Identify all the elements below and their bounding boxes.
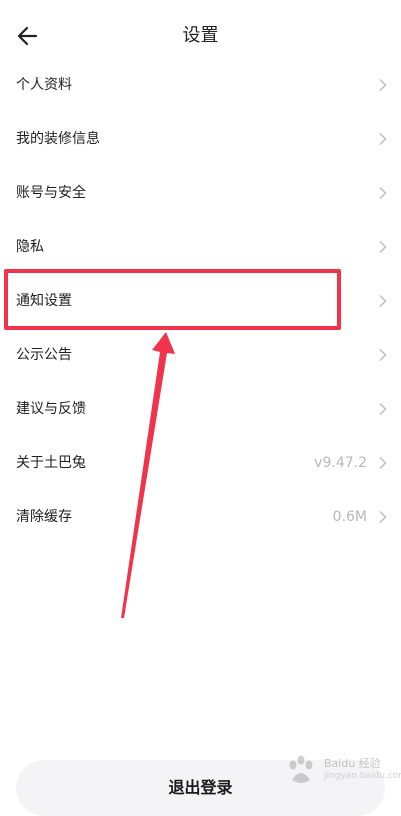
menu-item-label: 公示公告 [16, 347, 72, 363]
page-title: 设置 [182, 25, 219, 46]
menu-item-label: 通知设置 [16, 293, 72, 309]
chevron-right-icon [379, 295, 387, 307]
menu-item-privacy[interactable]: 隐私 [0, 220, 401, 274]
logout-label: 退出登录 [168, 778, 233, 797]
menu-item-account-security[interactable]: 账号与安全 [0, 166, 401, 220]
chevron-right-icon [379, 403, 387, 415]
chevron-right-icon [379, 79, 387, 91]
menu-item-label: 关于土巴兔 [16, 455, 86, 471]
settings-list: 个人资料 我的装修信息 账号与安全 隐私 通知设置 公示公告 建议与反馈 关于土… [0, 58, 401, 544]
menu-item-label: 我的装修信息 [16, 131, 100, 147]
chevron-right-icon [379, 511, 387, 523]
menu-item-profile[interactable]: 个人资料 [0, 58, 401, 112]
menu-item-notification-settings[interactable]: 通知设置 [0, 274, 401, 328]
menu-item-label: 个人资料 [16, 77, 72, 93]
menu-item-label: 建议与反馈 [16, 401, 86, 417]
menu-item-feedback[interactable]: 建议与反馈 [0, 382, 401, 436]
chevron-right-icon [379, 241, 387, 253]
menu-item-label: 隐私 [16, 239, 44, 255]
chevron-right-icon [379, 187, 387, 199]
menu-item-about[interactable]: 关于土巴兔 v9.47.2 [0, 436, 401, 490]
app-version-value: v9.47.2 [314, 455, 367, 471]
chevron-right-icon [379, 349, 387, 361]
logout-button[interactable]: 退出登录 [16, 760, 385, 816]
menu-item-announcements[interactable]: 公示公告 [0, 328, 401, 382]
menu-item-label: 账号与安全 [16, 185, 86, 201]
chevron-right-icon [379, 133, 387, 145]
chevron-right-icon [379, 457, 387, 469]
cache-size-value: 0.6M [332, 509, 367, 525]
menu-item-clear-cache[interactable]: 清除缓存 0.6M [0, 490, 401, 544]
menu-item-label: 清除缓存 [16, 509, 72, 525]
menu-item-renovation-info[interactable]: 我的装修信息 [0, 112, 401, 166]
